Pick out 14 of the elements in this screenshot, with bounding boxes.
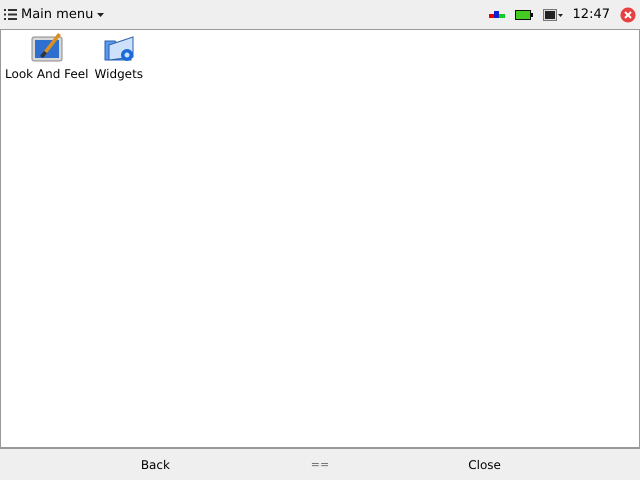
caret-icon [97,12,104,16]
list-icon [4,9,17,20]
battery-icon[interactable] [514,10,533,20]
back-button[interactable]: Back [0,456,311,472]
terminal-icon[interactable] [542,8,563,20]
close-button[interactable]: Close [329,456,640,472]
clock: 12:47 [572,7,610,22]
close-icon[interactable] [620,6,636,22]
color-bars-icon[interactable] [488,11,505,18]
main-menu-button[interactable]: Main menu [4,7,104,22]
paintbrush-icon [30,33,63,63]
launcher-item[interactable]: Look And Feel [5,33,89,81]
handle-marker: == [310,458,330,471]
launcher-item[interactable]: Widgets [94,33,144,81]
